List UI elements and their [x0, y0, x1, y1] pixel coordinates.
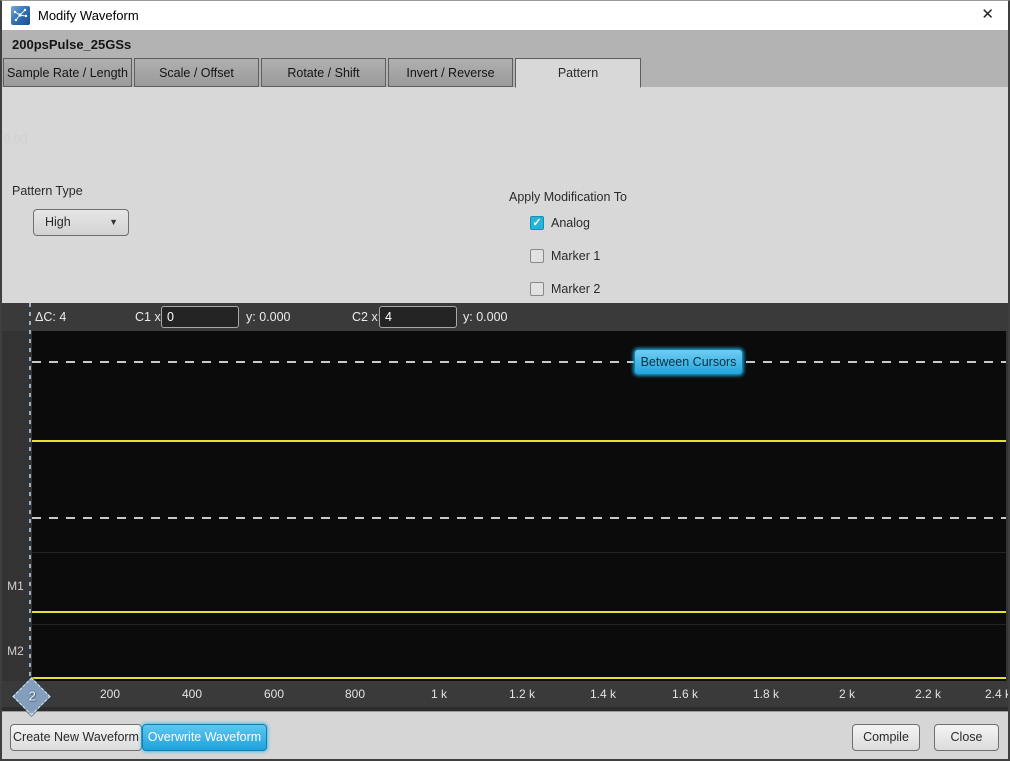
cursor-line[interactable] — [29, 303, 31, 681]
chevron-down-icon: ▼ — [109, 217, 118, 227]
c2-x-input[interactable] — [379, 306, 457, 328]
pattern-type-dropdown[interactable]: High ▼ — [33, 209, 129, 236]
close-button[interactable]: Close — [934, 724, 999, 751]
x-tick: 2.4 k — [976, 687, 1010, 701]
app-icon — [11, 6, 30, 25]
marker1-marker2-separator — [32, 624, 1006, 625]
checkbox-marker1-label: Marker 1 — [551, 249, 600, 263]
checkbox-analog[interactable]: ✓ — [530, 216, 544, 230]
pattern-panel: Pattern Type High ▼ Apply Modification T… — [2, 87, 1008, 303]
c1-y-readout: y: 0.000 — [246, 310, 290, 324]
x-tick: 1.8 k — [744, 687, 788, 701]
marker1-axis-label: M1 — [2, 579, 29, 593]
lower-range-dashed-line — [32, 517, 1006, 519]
waveform-display: ΔC: 4 C1 x: y: 0.000 C2 x: y: 0.000 0.00… — [2, 303, 1008, 711]
modify-waveform-dialog: Modify Waveform ✕ 200psPulse_25GSs Sampl… — [0, 0, 1010, 761]
compile-button[interactable]: Compile — [852, 724, 920, 751]
plot-canvas[interactable] — [32, 331, 1006, 681]
tab-sample-rate-length[interactable]: Sample Rate / Length — [3, 58, 132, 87]
marker2-waveform-line — [32, 677, 1006, 679]
c2-y-readout: y: 0.000 — [463, 310, 507, 324]
upper-range-dashed-line — [32, 361, 1006, 363]
window-title: Modify Waveform — [38, 8, 139, 23]
x-tick: 1 k — [417, 687, 461, 701]
c2-x-label: C2 x: — [352, 310, 381, 324]
checkbox-analog-label: Analog — [551, 216, 590, 230]
checkbox-marker2-label: Marker 2 — [551, 282, 600, 296]
analog-waveform-line — [32, 440, 1006, 442]
x-tick: 1.6 k — [663, 687, 707, 701]
x-tick: 600 — [252, 687, 296, 701]
range-between-cursors-button[interactable]: Between Cursors — [634, 349, 743, 375]
analog-marker-separator — [32, 552, 1006, 553]
x-tick: 200 — [88, 687, 132, 701]
tab-pattern[interactable]: Pattern — [515, 58, 641, 88]
checkbox-marker2[interactable] — [530, 282, 544, 296]
apply-modification-label: Apply Modification To — [509, 190, 627, 204]
close-window-icon[interactable]: ✕ — [981, 6, 994, 24]
tab-scale-offset[interactable]: Scale / Offset — [134, 58, 259, 87]
waveform-name-bar: 200psPulse_25GSs — [2, 30, 1008, 58]
x-tick: 1.4 k — [581, 687, 625, 701]
x-tick: 800 — [333, 687, 377, 701]
y-axis-zero-label: 0.00 — [2, 132, 29, 146]
marker1-waveform-line — [32, 611, 1006, 613]
marker2-axis-label: M2 — [2, 644, 29, 658]
overwrite-waveform-button[interactable]: Overwrite Waveform — [142, 724, 267, 751]
x-axis-bar: 200 400 600 800 1 k 1.2 k 1.4 k 1.6 k 1.… — [2, 681, 1008, 707]
create-new-waveform-button[interactable]: Create New Waveform — [10, 724, 142, 751]
title-bar: Modify Waveform ✕ — [2, 1, 1008, 30]
pattern-type-value: High — [45, 215, 71, 229]
waveform-name: 200psPulse_25GSs — [12, 37, 131, 52]
x-tick: 2.2 k — [906, 687, 950, 701]
cursor2-handle-label: 2 — [20, 688, 45, 703]
c1-x-label: C1 x: — [135, 310, 164, 324]
x-tick: 400 — [170, 687, 214, 701]
checkbox-marker1[interactable] — [530, 249, 544, 263]
c1-x-input[interactable] — [161, 306, 239, 328]
tab-strip: Sample Rate / Length Scale / Offset Rota… — [2, 58, 1008, 87]
tab-rotate-shift[interactable]: Rotate / Shift — [261, 58, 386, 87]
cursor-info-bar: ΔC: 4 C1 x: y: 0.000 C2 x: y: 0.000 — [2, 303, 1008, 331]
x-tick: 1.2 k — [500, 687, 544, 701]
x-tick: 2 k — [825, 687, 869, 701]
pattern-type-label: Pattern Type — [12, 184, 83, 198]
tab-invert-reverse[interactable]: Invert / Reverse — [388, 58, 513, 87]
delta-cursor-readout: ΔC: 4 — [35, 310, 66, 324]
footer-bar: Create New Waveform Overwrite Waveform C… — [2, 711, 1008, 760]
